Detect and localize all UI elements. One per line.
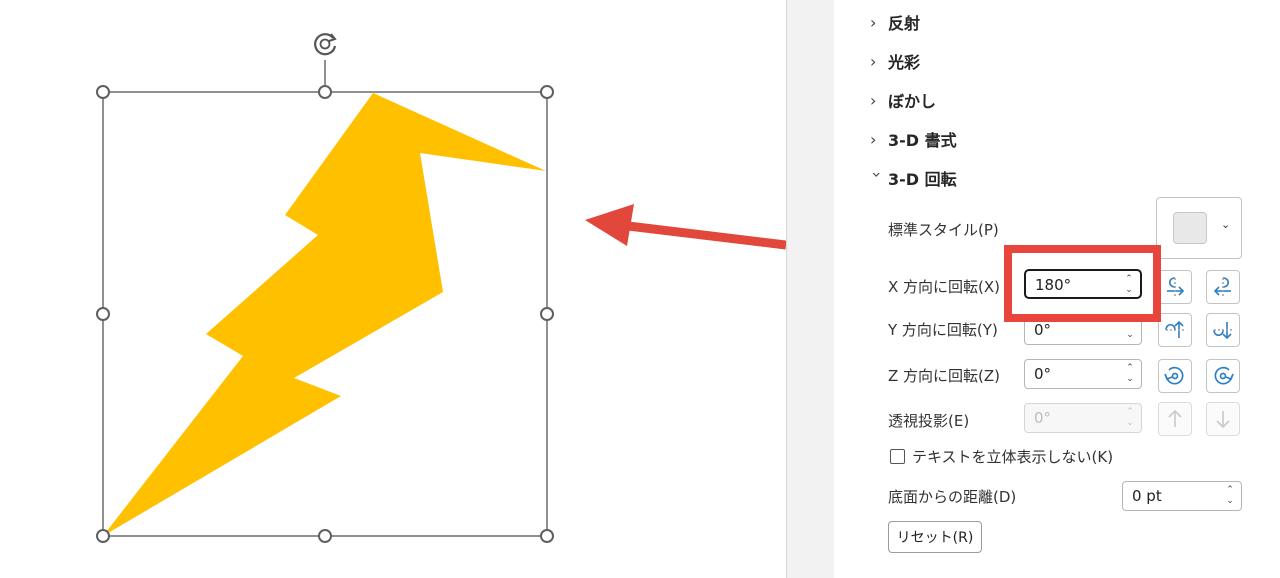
distance-label: 底面からの距離(D): [888, 488, 1017, 506]
z-rotate-counterclockwise-button[interactable]: [1158, 359, 1192, 393]
distance-input[interactable]: 0 pt ⌃ ⌄: [1122, 481, 1242, 511]
section-reflection[interactable]: › 反射: [870, 10, 920, 34]
y-rotate-down-button[interactable]: [1206, 313, 1240, 347]
section-label: 反射: [888, 14, 921, 33]
x-rotate-right-button[interactable]: [1206, 270, 1240, 304]
section-label: 光彩: [888, 53, 921, 72]
handle-bottom-middle[interactable]: [318, 529, 332, 543]
handle-middle-left[interactable]: [96, 307, 110, 321]
section-glow[interactable]: › 光彩: [870, 49, 920, 73]
perspective-decrease-button: [1206, 402, 1240, 436]
section-label: ぼかし: [888, 92, 937, 111]
y-rotate-up-button[interactable]: [1158, 313, 1192, 347]
chevron-right-icon: ›: [870, 51, 877, 71]
arrow-down-icon: [1216, 411, 1230, 429]
annotation-arrow: [585, 204, 786, 250]
panel-gutter: [786, 0, 835, 578]
rotate-z-cw-icon: [1214, 366, 1234, 385]
handle-bottom-left[interactable]: [96, 529, 110, 543]
section-3d-format[interactable]: › 3-D 書式: [870, 127, 957, 151]
rotate-y-down-icon: [1213, 322, 1232, 340]
rotate-x-right-icon: [1213, 277, 1231, 296]
lightning-bolt-shape[interactable]: [103, 93, 546, 536]
rotate-icon[interactable]: [314, 33, 337, 56]
handle-top-middle[interactable]: [318, 85, 332, 99]
chevron-right-icon: ›: [870, 129, 877, 149]
z-rotate-clockwise-button[interactable]: [1206, 359, 1240, 393]
preset-swatch: [1173, 212, 1207, 244]
handle-bottom-right[interactable]: [540, 529, 554, 543]
preset-label: 標準スタイル(P): [888, 221, 999, 239]
perspective-label: 透視投影(E): [888, 412, 970, 430]
keep-text-flat-checkbox[interactable]: [890, 449, 905, 464]
z-rotation-input[interactable]: 0° ⌃ ⌄: [1024, 359, 1142, 389]
section-label: 3-D 回転: [888, 170, 957, 189]
perspective-value: 0°: [1034, 409, 1052, 427]
keep-text-flat-label: テキストを立体表示しない(K): [912, 448, 1114, 466]
y-rotation-label: Y 方向に回転(Y): [888, 321, 998, 339]
rotate-y-up-icon: [1165, 320, 1184, 338]
spinner-arrows-icon[interactable]: ⌃ ⌄: [1225, 485, 1235, 507]
handle-middle-right[interactable]: [540, 307, 554, 321]
preset-picker[interactable]: ⌄: [1156, 197, 1242, 259]
y-rotation-value: 0°: [1034, 321, 1052, 339]
chevron-right-icon: ›: [870, 90, 877, 110]
z-rotation-label: Z 方向に回転(Z): [888, 367, 1001, 385]
perspective-input: 0° ⌃ ⌄: [1024, 403, 1142, 433]
reset-button[interactable]: リセット(R): [888, 521, 982, 553]
arrow-up-icon: [1168, 409, 1182, 427]
spinner-arrows-icon[interactable]: ⌃ ⌄: [1125, 363, 1135, 385]
rotate-z-ccw-icon: [1164, 366, 1184, 385]
handle-top-left[interactable]: [96, 85, 110, 99]
chevron-right-icon: ›: [870, 12, 877, 32]
section-soft-edges[interactable]: › ぼかし: [870, 88, 936, 112]
spinner-arrows-icon: ⌃ ⌄: [1126, 407, 1134, 428]
slide-canvas: [0, 0, 786, 578]
section-3d-rotation[interactable]: › 3-D 回転: [867, 166, 957, 190]
chevron-down-icon: ›: [867, 171, 887, 178]
x-rotate-left-button[interactable]: [1158, 270, 1192, 304]
distance-value: 0 pt: [1132, 487, 1162, 505]
rotate-x-left-icon: [1167, 277, 1185, 296]
perspective-increase-button: [1158, 402, 1192, 436]
x-rotation-label: X 方向に回転(X): [888, 278, 1001, 296]
canvas-drawing: [96, 33, 786, 543]
highlight-box: [1004, 245, 1161, 322]
spinner-arrows-icon[interactable]: ⌃ ⌄: [1125, 319, 1135, 341]
chevron-down-icon: ⌄: [1221, 218, 1231, 231]
z-rotation-value: 0°: [1034, 365, 1052, 383]
section-label: 3-D 書式: [888, 131, 957, 150]
handle-top-right[interactable]: [540, 85, 554, 99]
